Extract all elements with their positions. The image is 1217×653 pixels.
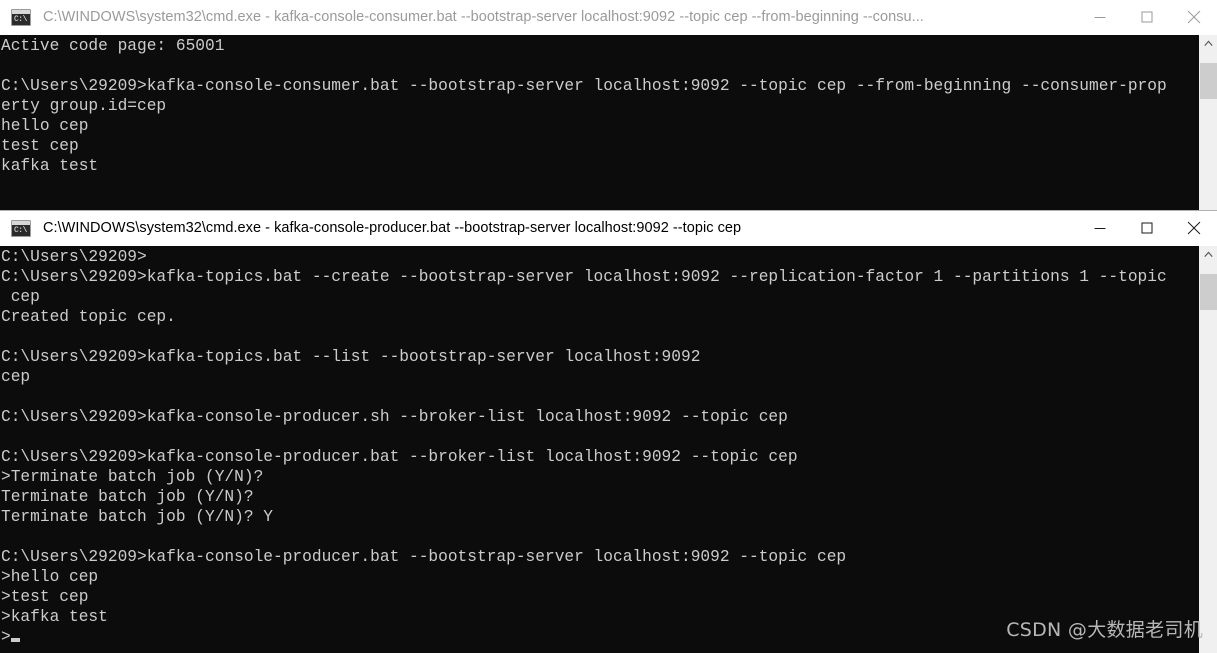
window-controls-consumer (1076, 0, 1217, 34)
scrollbar-thumb-consumer[interactable] (1200, 63, 1217, 99)
console-body-producer: C:\Users\29209> C:\Users\29209>kafka-topi… (0, 246, 1217, 653)
terminal-line: > (1, 627, 1199, 647)
maximize-button-producer[interactable] (1123, 211, 1170, 245)
minimize-icon (1094, 228, 1105, 229)
cmd-icon: C:\ (11, 8, 31, 26)
window-title-consumer: C:\WINDOWS\system32\cmd.exe - kafka-cons… (43, 8, 924, 25)
terminal-line: C:\Users\29209>kafka-console-producer.ba… (1, 448, 798, 466)
terminal-line: Active code page: 65001 (1, 37, 225, 55)
terminal-output-consumer[interactable]: Active code page: 65001 C:\Users\29209>ka… (0, 35, 1199, 212)
minimize-button-producer[interactable] (1076, 211, 1123, 245)
close-button-consumer[interactable] (1170, 0, 1217, 34)
terminal-line: >Terminate batch job (Y/N)? (1, 468, 264, 486)
cmd-icon-glyph: C:\ (14, 225, 27, 235)
console-window-consumer[interactable]: C:\ C:\WINDOWS\system32\cmd.exe - kafka-… (0, 0, 1217, 212)
terminal-line: >hello cep (1, 568, 99, 586)
maximize-button-consumer[interactable] (1123, 0, 1170, 34)
console-body-consumer: Active code page: 65001 C:\Users\29209>ka… (0, 35, 1217, 212)
scroll-up-arrow-producer[interactable] (1200, 246, 1217, 263)
cmd-icon: C:\ (11, 219, 31, 237)
terminal-line: Terminate batch job (Y/N)? (1, 488, 254, 506)
terminal-line: cep (1, 288, 40, 306)
scrollbar-consumer[interactable] (1199, 35, 1217, 212)
scrollbar-thumb-producer[interactable] (1200, 274, 1217, 310)
terminal-line: C:\Users\29209>kafka-topics.bat --create… (1, 268, 1167, 286)
terminal-line: C:\Users\29209>kafka-console-consumer.ba… (1, 77, 1167, 95)
titlebar-producer[interactable]: C:\ C:\WINDOWS\system32\cmd.exe - kafka-… (0, 211, 1217, 246)
terminal-line: hello cep (1, 117, 89, 135)
maximize-icon (1141, 222, 1152, 234)
window-title-producer: C:\WINDOWS\system32\cmd.exe - kafka-cons… (43, 219, 742, 236)
scrollbar-producer[interactable] (1199, 246, 1217, 653)
close-icon (1187, 221, 1200, 235)
maximize-icon (1141, 11, 1152, 23)
text-cursor (10, 638, 20, 642)
terminal-line: C:\Users\29209> (1, 248, 147, 266)
terminal-line: >kafka test (1, 608, 108, 626)
terminal-output-producer[interactable]: C:\Users\29209> C:\Users\29209>kafka-topi… (0, 246, 1199, 653)
minimize-button-consumer[interactable] (1076, 0, 1123, 34)
terminal-line: kafka test (1, 157, 99, 175)
terminal-line: erty group.id=cep (1, 97, 167, 115)
terminal-line: Terminate batch job (Y/N)? Y (1, 508, 273, 526)
terminal-line: >test cep (1, 588, 89, 606)
console-window-producer[interactable]: C:\ C:\WINDOWS\system32\cmd.exe - kafka-… (0, 211, 1217, 653)
minimize-icon (1094, 17, 1105, 18)
terminal-line: Created topic cep. (1, 308, 176, 326)
scroll-up-arrow-consumer[interactable] (1200, 35, 1217, 52)
close-button-producer[interactable] (1170, 211, 1217, 245)
terminal-line: C:\Users\29209>kafka-topics.bat --list -… (1, 348, 701, 366)
terminal-line: cep (1, 368, 31, 386)
terminal-line: C:\Users\29209>kafka-console-producer.sh… (1, 408, 788, 426)
chevron-up-icon (1204, 40, 1213, 46)
titlebar-consumer[interactable]: C:\ C:\WINDOWS\system32\cmd.exe - kafka-… (0, 0, 1217, 35)
terminal-line: C:\Users\29209>kafka-console-producer.ba… (1, 548, 847, 566)
chevron-up-icon (1204, 251, 1213, 257)
window-controls-producer (1076, 211, 1217, 245)
cmd-icon-glyph: C:\ (14, 14, 27, 24)
close-icon (1187, 10, 1200, 24)
terminal-line: test cep (1, 137, 79, 155)
